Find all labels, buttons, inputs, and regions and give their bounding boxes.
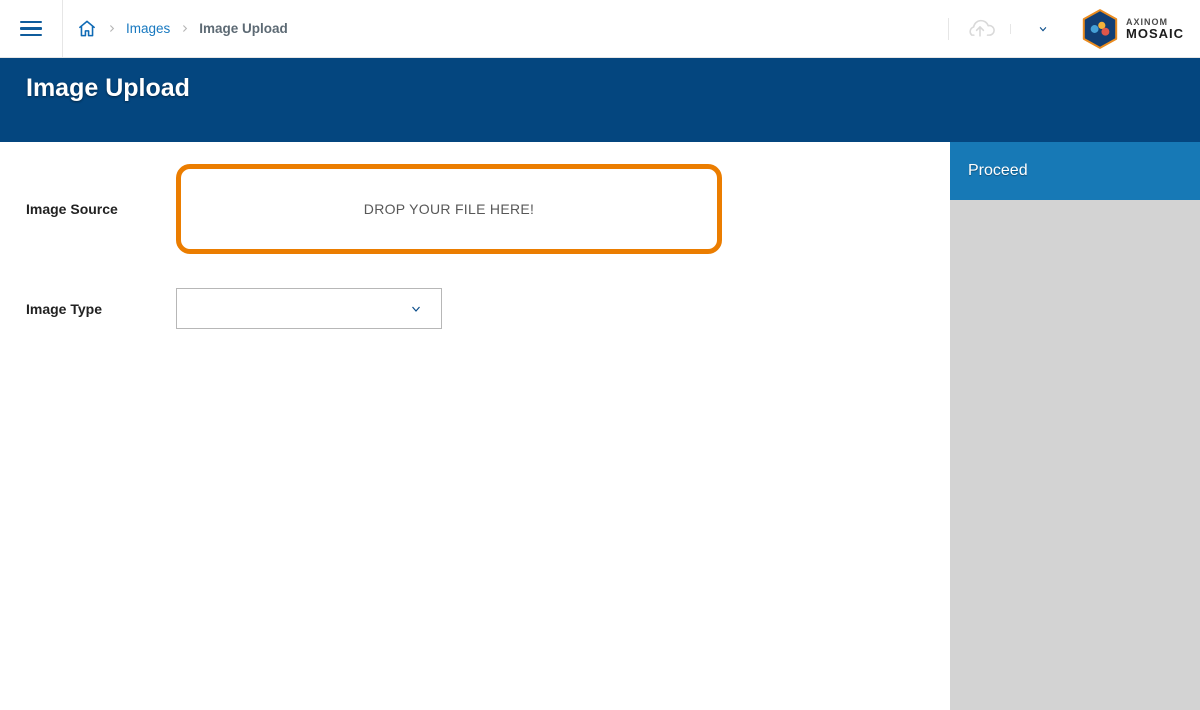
hamburger-icon: [20, 21, 42, 37]
chevron-right-icon: [107, 21, 116, 36]
breadcrumb-current: Image Upload: [199, 21, 288, 36]
breadcrumb-link-images[interactable]: Images: [126, 21, 170, 36]
row-image-source: Image Source DROP YOUR FILE HERE!: [26, 164, 950, 254]
brand-line2: MOSAIC: [1126, 27, 1184, 40]
brand-logo[interactable]: AXINOM MOSAIC: [1074, 9, 1200, 49]
brand-text: AXINOM MOSAIC: [1126, 18, 1184, 40]
page-banner: Image Upload: [0, 58, 1200, 142]
breadcrumb: Images Image Upload: [63, 0, 948, 57]
user-menu-toggle[interactable]: [1010, 24, 1074, 34]
image-type-select[interactable]: [176, 288, 442, 329]
proceed-button[interactable]: Proceed: [950, 142, 1200, 200]
home-icon[interactable]: [77, 19, 97, 38]
top-bar: Images Image Upload AXINOM: [0, 0, 1200, 58]
label-image-source: Image Source: [26, 201, 176, 217]
file-dropzone[interactable]: DROP YOUR FILE HERE!: [176, 164, 722, 254]
chevron-right-icon: [180, 21, 189, 36]
cloud-upload-icon[interactable]: [948, 18, 1010, 40]
proceed-label: Proceed: [968, 162, 1028, 180]
page-body: Image Source DROP YOUR FILE HERE! Image …: [0, 142, 1200, 710]
right-panel: Proceed: [950, 142, 1200, 710]
label-image-type: Image Type: [26, 301, 176, 317]
mosaic-logo-icon: [1082, 9, 1118, 49]
form-area: Image Source DROP YOUR FILE HERE! Image …: [0, 142, 950, 710]
top-right: AXINOM MOSAIC: [948, 0, 1200, 57]
dropzone-text: DROP YOUR FILE HERE!: [364, 201, 534, 217]
hamburger-button[interactable]: [0, 0, 63, 57]
chevron-down-icon: [407, 303, 425, 315]
chevron-down-icon: [1035, 24, 1051, 34]
row-image-type: Image Type: [26, 288, 950, 329]
page-title: Image Upload: [26, 74, 190, 103]
